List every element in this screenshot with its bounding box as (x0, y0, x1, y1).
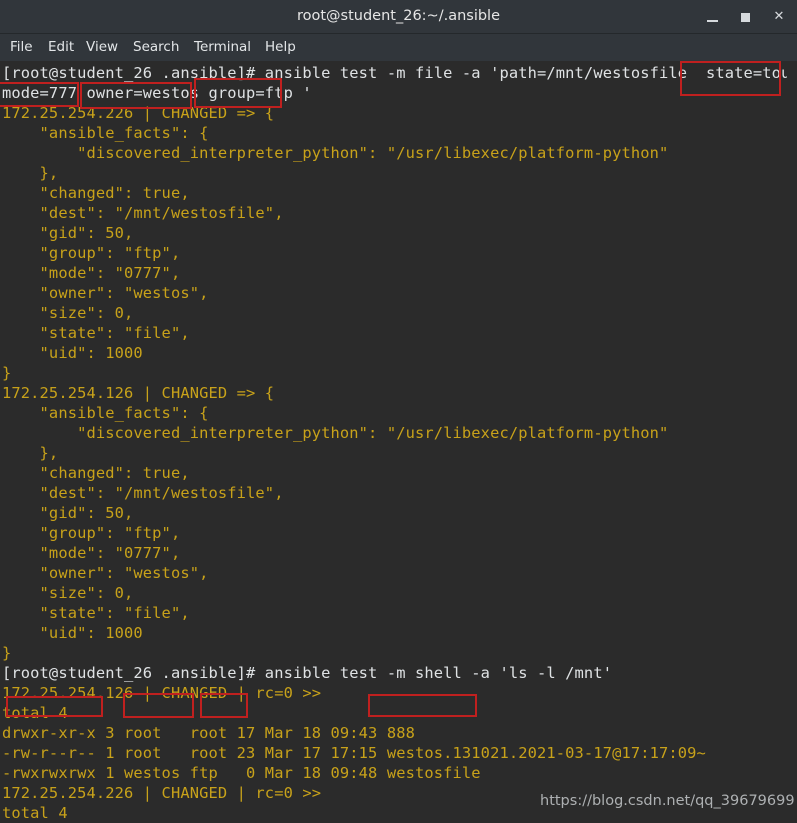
menu-item-terminal[interactable]: Terminal (194, 34, 251, 61)
menu-item-view[interactable]: View (86, 34, 118, 61)
terminal-line: "discovered_interpreter_python": "/usr/l… (2, 144, 669, 162)
terminal-line: [root@student_26 .ansible]# ansible test… (2, 64, 797, 82)
terminal-line: 172.25.254.126 | CHANGED => { (2, 384, 275, 402)
minimize-button[interactable] (702, 7, 722, 27)
terminal-line: "owner": "westos", (2, 284, 209, 302)
menu-item-help[interactable]: Help (265, 34, 296, 61)
terminal-line: "dest": "/mnt/westosfile", (2, 204, 284, 222)
terminal-line: -rw-r--r-- 1 root root 23 Mar 17 17:15 w… (2, 744, 706, 762)
scrollbar-track[interactable] (787, 61, 797, 823)
terminal-line: total 4 (2, 704, 68, 722)
terminal-line: "uid": 1000 (2, 624, 143, 642)
menu-item-search[interactable]: Search (133, 34, 179, 61)
terminal-window: root@student_26:~/.ansible ✕ File Edit V… (0, 0, 797, 823)
terminal-line: "discovered_interpreter_python": "/usr/l… (2, 424, 669, 442)
terminal-line: } (2, 644, 12, 662)
terminal-line: "changed": true, (2, 464, 190, 482)
terminal-line: }, (2, 164, 59, 182)
terminal-line: "group": "ftp", (2, 524, 181, 542)
terminal-line: "dest": "/mnt/westosfile", (2, 484, 284, 502)
terminal-line: "size": 0, (2, 304, 134, 322)
terminal-line: drwxr-xr-x 3 root root 17 Mar 18 09:43 8… (2, 724, 415, 742)
terminal-line: "ansible_facts": { (2, 124, 209, 142)
terminal-line: "mode": "0777", (2, 264, 181, 282)
terminal-line: "state": "file", (2, 324, 190, 342)
title-bar: root@student_26:~/.ansible ✕ (0, 0, 797, 34)
terminal-line: -rwxrwxrwx 1 westos ftp 0 Mar 18 09:48 w… (2, 764, 481, 782)
menu-item-file[interactable]: File (10, 34, 33, 61)
menu-item-edit[interactable]: Edit (48, 34, 74, 61)
terminal-line: "changed": true, (2, 184, 190, 202)
terminal-line: "ansible_facts": { (2, 404, 209, 422)
terminal-line: [root@student_26 .ansible]# ansible test… (2, 664, 613, 682)
window-title: root@student_26:~/.ansible (296, 8, 501, 24)
maximize-button[interactable] (735, 7, 755, 27)
watermark: https://blog.csdn.net/qq_39679699 (540, 793, 795, 809)
maximize-icon (740, 13, 750, 22)
terminal-line: "gid": 50, (2, 224, 134, 242)
terminal-line: }, (2, 444, 59, 462)
terminal-line: 172.25.254.126 | CHANGED | rc=0 >> (2, 684, 322, 702)
terminal-line: "owner": "westos", (2, 564, 209, 582)
terminal-line: "size": 0, (2, 584, 134, 602)
terminal-line: "gid": 50, (2, 504, 134, 522)
terminal-line: mode=777 owner=westos group=ftp ' (2, 84, 312, 102)
minimize-icon (706, 20, 718, 22)
terminal-line: "uid": 1000 (2, 344, 143, 362)
terminal-line: 172.25.254.226 | CHANGED => { (2, 104, 275, 122)
terminal-output-area[interactable]: [root@student_26 .ansible]# ansible test… (0, 61, 797, 823)
terminal-line: "group": "ftp", (2, 244, 181, 262)
terminal-line: "state": "file", (2, 604, 190, 622)
menu-bar: File Edit View Search Terminal Help (0, 34, 797, 61)
close-button[interactable]: ✕ (769, 7, 789, 27)
terminal-line: } (2, 364, 12, 382)
terminal-line: "mode": "0777", (2, 544, 181, 562)
terminal-lines: [root@student_26 .ansible]# ansible test… (2, 63, 797, 823)
